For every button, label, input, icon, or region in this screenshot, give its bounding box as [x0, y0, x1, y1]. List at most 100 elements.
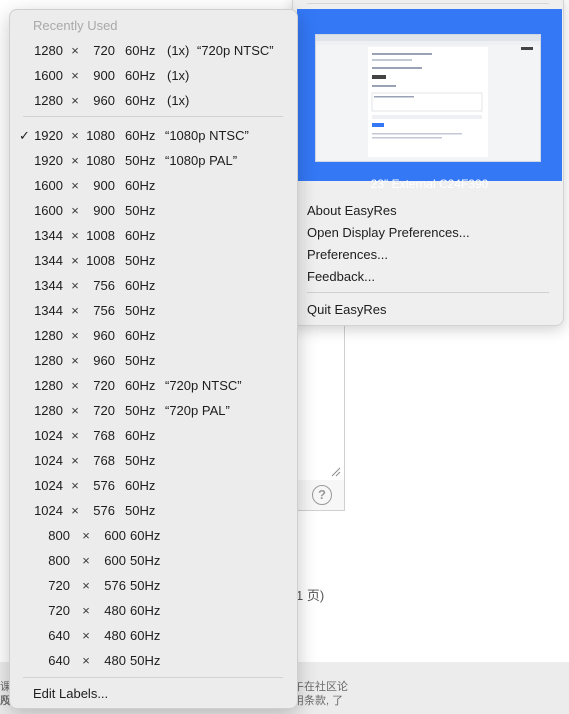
display-mode-row[interactable]: 800 × 600 50Hz — [10, 549, 297, 574]
background-footer-text: 用条款, 了 — [293, 695, 344, 707]
times-symbol: × — [71, 453, 79, 468]
times-symbol: × — [71, 403, 79, 418]
resolution-height: 768 — [93, 428, 115, 443]
recently-used-header: Recently Used — [33, 18, 118, 33]
resolution-height: 576 — [93, 503, 115, 518]
easyres-panel: 23" External C24F390 About EasyRes Open … — [292, 0, 564, 326]
display-mode-row[interactable]: 1344 × 756 50Hz — [10, 299, 297, 324]
refresh-rate: 60Hz — [130, 528, 161, 543]
display-mode-row[interactable]: 1024 × 768 60Hz — [10, 424, 297, 449]
resolution-height: 480 — [104, 653, 126, 668]
times-symbol: × — [71, 328, 79, 343]
display-mode-row[interactable]: 1280 × 720 60Hz “720p NTSC” — [10, 374, 297, 399]
display-mode-row[interactable]: 720 × 576 50Hz — [10, 574, 297, 599]
times-symbol: × — [71, 303, 79, 318]
refresh-rate: 50Hz — [125, 153, 156, 168]
help-icon[interactable]: ? — [312, 485, 332, 505]
refresh-rate: 50Hz — [125, 303, 156, 318]
times-symbol: × — [71, 153, 79, 168]
times-symbol: × — [71, 178, 79, 193]
quit-easyres-menu-item[interactable]: Quit EasyRes — [307, 302, 386, 317]
checkmark-icon: ✓ — [19, 128, 30, 143]
times-symbol: × — [71, 228, 79, 243]
resolution-width: 1600 — [34, 68, 63, 83]
refresh-rate: 60Hz — [125, 43, 156, 58]
recent-mode-row[interactable]: 1280 × 960 60Hz (1x) — [10, 89, 297, 114]
times-symbol: × — [71, 93, 79, 108]
resolution-height: 960 — [93, 353, 115, 368]
refresh-rate: 50Hz — [125, 203, 156, 218]
display-mode-row[interactable]: 1024 × 576 50Hz — [10, 499, 297, 524]
resolution-height: 900 — [93, 178, 115, 193]
display-mode-row[interactable]: 720 × 480 60Hz — [10, 599, 297, 624]
refresh-rate: 60Hz — [125, 478, 156, 493]
resolution-height: 900 — [93, 68, 115, 83]
times-symbol: × — [71, 278, 79, 293]
times-symbol: × — [82, 653, 90, 668]
display-mode-row[interactable]: 800 × 600 60Hz — [10, 524, 297, 549]
refresh-rate: 50Hz — [125, 253, 156, 268]
resolution-width: 1280 — [34, 93, 63, 108]
display-mode-row[interactable]: 1024 × 768 50Hz — [10, 449, 297, 474]
panel-divider — [307, 292, 549, 293]
resolution-width: 720 — [48, 603, 70, 618]
resolution-height: 1080 — [86, 153, 115, 168]
refresh-rate: 60Hz — [125, 68, 156, 83]
refresh-rate: 60Hz — [125, 328, 156, 343]
resolution-width: 1344 — [34, 253, 63, 268]
display-mode-row[interactable]: 1920 × 1080 50Hz “1080p PAL” — [10, 149, 297, 174]
feedback-menu-item[interactable]: Feedback... — [307, 269, 375, 284]
display-mode-row[interactable]: 640 × 480 50Hz — [10, 649, 297, 674]
display-mode-row[interactable]: 1280 × 960 60Hz — [10, 324, 297, 349]
resolution-height: 1008 — [86, 253, 115, 268]
scale-factor: (1x) — [167, 68, 190, 83]
times-symbol: × — [82, 553, 90, 568]
display-mode-row[interactable]: 1344 × 756 60Hz — [10, 274, 297, 299]
menu-divider — [23, 116, 283, 117]
times-symbol: × — [71, 43, 79, 58]
recent-mode-row[interactable]: 1600 × 900 60Hz (1x) — [10, 64, 297, 89]
times-symbol: × — [71, 478, 79, 493]
resolution-menu: Recently Used 1280 × 720 60Hz (1x) “720p NTSC… — [9, 9, 298, 709]
display-mode-row[interactable]: 1344 × 1008 50Hz — [10, 249, 297, 274]
scale-factor: (1x) — [167, 93, 190, 108]
display-thumbnail — [315, 34, 541, 162]
display-mode-row[interactable]: ✓ 1920 × 1080 60Hz “1080p NTSC” — [10, 124, 297, 149]
resolution-height: 960 — [93, 93, 115, 108]
refresh-rate: 60Hz — [125, 178, 156, 193]
times-symbol: × — [82, 603, 90, 618]
display-mode-row[interactable]: 1600 × 900 60Hz — [10, 174, 297, 199]
display-mode-row[interactable]: 1600 × 900 50Hz — [10, 199, 297, 224]
display-screenshot-preview-icon — [316, 35, 540, 157]
resolution-width: 720 — [48, 578, 70, 593]
recent-mode-row[interactable]: 1280 × 720 60Hz (1x) “720p NTSC” — [10, 39, 297, 64]
display-mode-row[interactable]: 640 × 480 60Hz — [10, 624, 297, 649]
mode-label: “1080p PAL” — [165, 153, 238, 168]
open-display-preferences-menu-item[interactable]: Open Display Preferences... — [307, 225, 470, 240]
times-symbol: × — [71, 503, 79, 518]
about-easyres-menu-item[interactable]: About EasyRes — [307, 203, 397, 218]
preferences-menu-item[interactable]: Preferences... — [307, 247, 388, 262]
display-mode-row[interactable]: 1344 × 1008 60Hz — [10, 224, 297, 249]
resolution-width: 1344 — [34, 278, 63, 293]
mode-label: “720p NTSC” — [197, 43, 274, 58]
refresh-rate: 60Hz — [130, 628, 161, 643]
resolution-width: 1920 — [34, 128, 63, 143]
refresh-rate: 60Hz — [125, 128, 156, 143]
resolution-height: 960 — [93, 328, 115, 343]
resolution-width: 1024 — [34, 453, 63, 468]
resolution-height: 720 — [93, 378, 115, 393]
display-mode-row[interactable]: 1024 × 576 60Hz — [10, 474, 297, 499]
refresh-rate: 50Hz — [125, 353, 156, 368]
display-mode-row[interactable]: 1280 × 960 50Hz — [10, 349, 297, 374]
resolution-width: 1344 — [34, 228, 63, 243]
display-card[interactable]: 23" External C24F390 — [297, 9, 562, 191]
refresh-rate: 50Hz — [125, 503, 156, 518]
resolution-height: 1008 — [86, 228, 115, 243]
display-mode-row[interactable]: 1280 × 720 50Hz “720p PAL” — [10, 399, 297, 424]
resolution-width: 1280 — [34, 43, 63, 58]
edit-labels-menu-item[interactable]: Edit Labels... — [33, 686, 108, 701]
display-name-label: 23" External C24F390 — [370, 177, 489, 191]
resolution-height: 600 — [104, 553, 126, 568]
refresh-rate: 60Hz — [125, 93, 156, 108]
